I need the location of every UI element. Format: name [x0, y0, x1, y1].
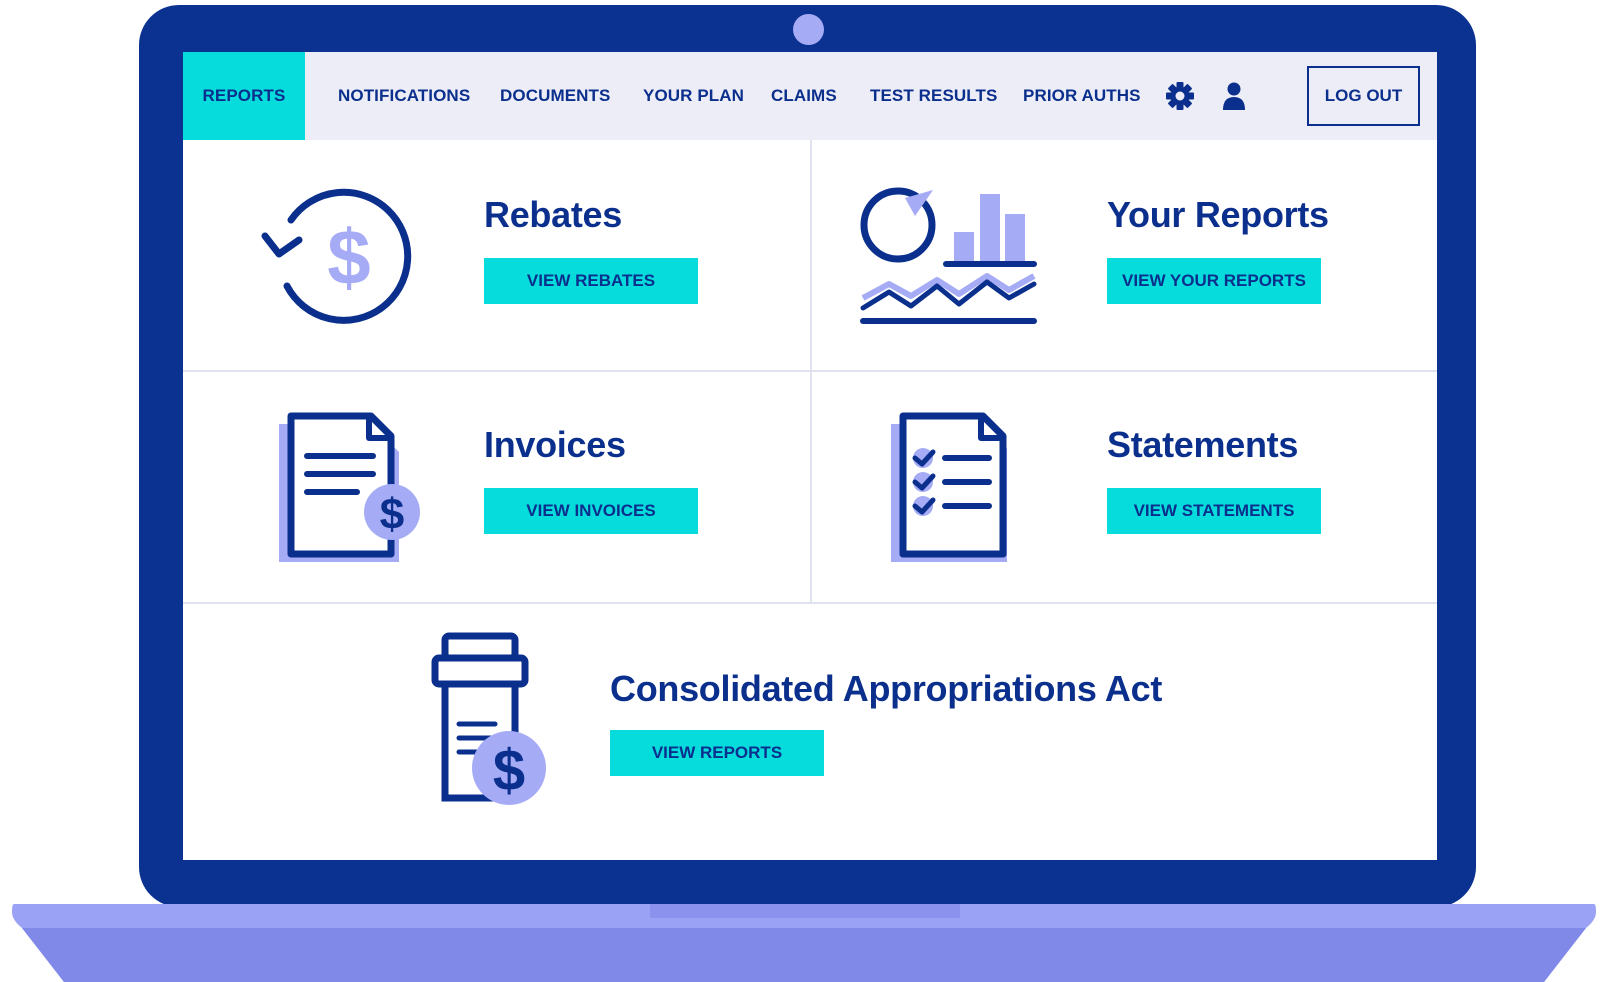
svg-text:$: $	[327, 213, 370, 301]
statements-title: Statements	[1107, 424, 1299, 465]
charts-icon	[859, 184, 1039, 334]
view-invoices-button[interactable]: VIEW INVOICES	[484, 488, 698, 534]
nav-tab-documents[interactable]: DOCUMENTS	[500, 52, 610, 140]
app-screen: REPORTS NOTIFICATIONS DOCUMENTS YOUR PLA…	[183, 52, 1437, 860]
invoice-document-icon: $	[275, 412, 435, 577]
user-icon[interactable]	[1219, 81, 1249, 111]
checklist-document-icon	[887, 412, 1017, 577]
nav-tab-test-results[interactable]: TEST RESULTS	[870, 52, 997, 140]
rebates-title: Rebates	[484, 194, 622, 235]
svg-text:$: $	[380, 490, 404, 539]
refund-dollar-icon: $	[261, 182, 431, 337]
top-nav: REPORTS NOTIFICATIONS DOCUMENTS YOUR PLA…	[183, 52, 1437, 140]
view-reports-button[interactable]: VIEW REPORTS	[610, 730, 824, 776]
prescription-bottle-dollar-icon: $	[431, 632, 561, 817]
nav-tab-your-plan[interactable]: YOUR PLAN	[643, 52, 744, 140]
log-out-button[interactable]: LOG OUT	[1307, 66, 1420, 126]
nav-tab-prior-auths[interactable]: PRIOR AUTHS	[1023, 52, 1141, 140]
nav-tab-notifications[interactable]: NOTIFICATIONS	[338, 52, 470, 140]
view-rebates-button[interactable]: VIEW REBATES	[484, 258, 698, 304]
gear-icon[interactable]	[1165, 81, 1195, 111]
view-your-reports-button[interactable]: VIEW YOUR REPORTS	[1107, 258, 1321, 304]
nav-tab-reports[interactable]: REPORTS	[183, 52, 305, 140]
column-divider	[810, 140, 812, 604]
laptop-base	[12, 904, 1596, 982]
consolidated-appropriations-act-title: Consolidated Appropriations Act	[610, 668, 1163, 709]
nav-tab-claims[interactable]: CLAIMS	[771, 52, 837, 140]
webcam	[793, 14, 824, 45]
invoices-title: Invoices	[484, 424, 626, 465]
view-statements-button[interactable]: VIEW STATEMENTS	[1107, 488, 1321, 534]
svg-text:$: $	[493, 738, 525, 803]
your-reports-title: Your Reports	[1107, 194, 1329, 235]
